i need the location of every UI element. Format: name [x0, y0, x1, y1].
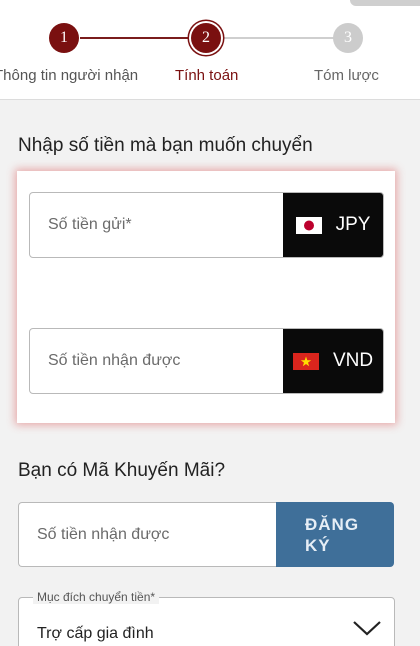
transfer-purpose-select[interactable]: Mục đích chuyển tiền* Trợ cấp gia đình: [18, 590, 395, 646]
step-2-circle[interactable]: 2: [191, 23, 221, 53]
step-1-label[interactable]: Thông tin người nhận: [0, 67, 138, 84]
transfer-purpose-value: Trợ cấp gia đình: [37, 625, 154, 642]
chevron-down-icon[interactable]: [352, 618, 382, 638]
amount-section-title: Nhập số tiền mà bạn muốn chuyển: [18, 135, 313, 156]
amount-card: Số tiền gửi* JPY Số tiền nhận được VND: [17, 171, 395, 423]
receive-amount-field[interactable]: Số tiền nhận được VND: [29, 328, 384, 394]
register-button-label-2: KÝ: [305, 535, 331, 555]
window-handle: [350, 0, 420, 6]
receive-currency-selector[interactable]: VND: [283, 329, 383, 393]
send-currency-code: JPY: [335, 214, 371, 235]
step-1-circle[interactable]: 1: [49, 23, 79, 53]
promo-section-title: Bạn có Mã Khuyến Mãi?: [18, 460, 226, 481]
vietnam-flag-icon: [292, 352, 319, 370]
send-currency-selector[interactable]: JPY: [283, 193, 383, 257]
promo-code-placeholder: Số tiền nhận được: [37, 526, 170, 543]
register-button-label-1: ĐĂNG: [305, 514, 360, 534]
send-amount-field[interactable]: Số tiền gửi* JPY: [29, 192, 384, 258]
step-connector-2: [222, 37, 334, 39]
register-button[interactable]: ĐĂNG KÝ: [276, 502, 394, 567]
japan-flag-icon: [295, 216, 322, 234]
receive-amount-placeholder: Số tiền nhận được: [48, 352, 181, 369]
send-amount-placeholder: Số tiền gửi*: [48, 216, 132, 233]
step-3-label[interactable]: Tóm lược: [314, 67, 379, 84]
step-2-label[interactable]: Tính toán: [175, 67, 238, 84]
promo-code-input[interactable]: Số tiền nhận được: [18, 502, 276, 567]
receive-currency-code: VND: [332, 350, 374, 371]
step-connector-1: [80, 37, 192, 39]
transfer-purpose-label: Mục đích chuyển tiền*: [33, 590, 160, 604]
progress-stepper: 1 2 3 Thông tin người nhận Tính toán Tóm…: [0, 0, 420, 100]
step-3-circle[interactable]: 3: [333, 23, 363, 53]
